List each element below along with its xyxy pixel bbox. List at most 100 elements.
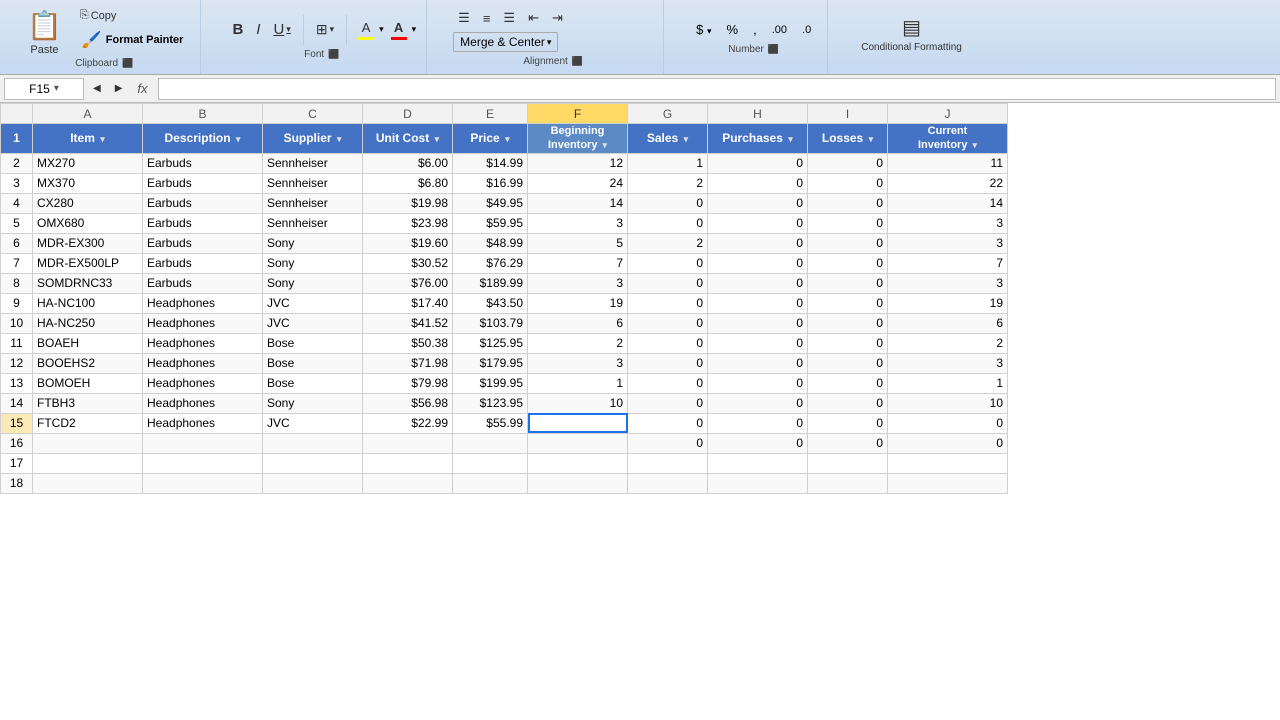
cell-7-8[interactable]: 0 xyxy=(808,253,888,273)
border-button[interactable]: ⊞ ▾ xyxy=(311,18,339,41)
cell-8-0[interactable]: SOMDRNC33 xyxy=(33,273,143,293)
cell-6-3[interactable]: $19.60 xyxy=(363,233,453,253)
cell-16-5[interactable] xyxy=(528,433,628,453)
cell-18-6[interactable] xyxy=(628,473,708,493)
cell-18-0[interactable] xyxy=(33,473,143,493)
cell-10-0[interactable]: HA-NC250 xyxy=(33,313,143,333)
bold-button[interactable]: B xyxy=(227,18,248,41)
cell-9-5[interactable]: 19 xyxy=(528,293,628,313)
cell-13-0[interactable]: BOMOEH xyxy=(33,373,143,393)
cell-17-1[interactable] xyxy=(143,453,263,473)
col-header-F[interactable]: F xyxy=(528,104,628,124)
cell-4-7[interactable]: 0 xyxy=(708,193,808,213)
cell-4-4[interactable]: $49.95 xyxy=(453,193,528,213)
cell-8-9[interactable]: 3 xyxy=(888,273,1008,293)
cell-15-4[interactable]: $55.99 xyxy=(453,413,528,433)
increase-decimal-button[interactable]: .00 xyxy=(766,21,793,39)
cell-5-3[interactable]: $23.98 xyxy=(363,213,453,233)
font-color-button[interactable]: A xyxy=(387,18,411,42)
percent-button[interactable]: % xyxy=(721,19,745,40)
cell-13-4[interactable]: $199.95 xyxy=(453,373,528,393)
cell-13-5[interactable]: 1 xyxy=(528,373,628,393)
cell-3-9[interactable]: 22 xyxy=(888,173,1008,193)
cell-15-9[interactable]: 0 xyxy=(888,413,1008,433)
cell-15-3[interactable]: $22.99 xyxy=(363,413,453,433)
cell-3-8[interactable]: 0 xyxy=(808,173,888,193)
cell-16-8[interactable]: 0 xyxy=(808,433,888,453)
col-header-E[interactable]: E xyxy=(453,104,528,124)
cell-5-5[interactable]: 3 xyxy=(528,213,628,233)
cell-8-2[interactable]: Sony xyxy=(263,273,363,293)
col-header-J[interactable]: J xyxy=(888,104,1008,124)
cell-14-1[interactable]: Headphones xyxy=(143,393,263,413)
alignment-expand-icon[interactable]: ⬛ xyxy=(572,56,583,67)
cell-16-7[interactable]: 0 xyxy=(708,433,808,453)
cell-10-5[interactable]: 6 xyxy=(528,313,628,333)
cell-3-0[interactable]: MX370 xyxy=(33,173,143,193)
cell-2-8[interactable]: 0 xyxy=(808,153,888,173)
cell-8-6[interactable]: 0 xyxy=(628,273,708,293)
cell-16-0[interactable] xyxy=(33,433,143,453)
cell-15-8[interactable]: 0 xyxy=(808,413,888,433)
cell-12-0[interactable]: BOOEHS2 xyxy=(33,353,143,373)
italic-button[interactable]: I xyxy=(251,18,265,41)
cell-2-5[interactable]: 12 xyxy=(528,153,628,173)
cell-4-8[interactable]: 0 xyxy=(808,193,888,213)
cell-2-7[interactable]: 0 xyxy=(708,153,808,173)
cell-6-8[interactable]: 0 xyxy=(808,233,888,253)
formula-bar-right-arrow[interactable]: ▶ xyxy=(110,80,128,97)
cell-14-6[interactable]: 0 xyxy=(628,393,708,413)
cell-5-6[interactable]: 0 xyxy=(628,213,708,233)
name-box[interactable]: F15 ▾ xyxy=(4,78,84,100)
col-header-C[interactable]: C xyxy=(263,104,363,124)
cell-11-2[interactable]: Bose xyxy=(263,333,363,353)
cell-3-4[interactable]: $16.99 xyxy=(453,173,528,193)
cell-8-7[interactable]: 0 xyxy=(708,273,808,293)
cell-14-9[interactable]: 10 xyxy=(888,393,1008,413)
cell-12-9[interactable]: 3 xyxy=(888,353,1008,373)
font-color-dropdown-icon[interactable]: ▾ xyxy=(412,24,417,35)
cell-7-0[interactable]: MDR-EX500LP xyxy=(33,253,143,273)
cell-7-6[interactable]: 0 xyxy=(628,253,708,273)
cell-9-0[interactable]: HA-NC100 xyxy=(33,293,143,313)
cell-11-0[interactable]: BOAEH xyxy=(33,333,143,353)
cell-4-5[interactable]: 14 xyxy=(528,193,628,213)
cell-12-8[interactable]: 0 xyxy=(808,353,888,373)
cell-9-7[interactable]: 0 xyxy=(708,293,808,313)
underline-dropdown-icon[interactable]: ▾ xyxy=(286,24,291,35)
cell-14-4[interactable]: $123.95 xyxy=(453,393,528,413)
font-expand-icon[interactable]: ⬛ xyxy=(328,49,339,60)
cell-11-3[interactable]: $50.38 xyxy=(363,333,453,353)
highlight-dropdown-icon[interactable]: ▾ xyxy=(379,24,384,35)
cell-7-3[interactable]: $30.52 xyxy=(363,253,453,273)
decrease-decimal-button[interactable]: .0 xyxy=(796,21,817,39)
cell-11-4[interactable]: $125.95 xyxy=(453,333,528,353)
cell-12-3[interactable]: $71.98 xyxy=(363,353,453,373)
cell-9-4[interactable]: $43.50 xyxy=(453,293,528,313)
cell-12-2[interactable]: Bose xyxy=(263,353,363,373)
cell-13-2[interactable]: Bose xyxy=(263,373,363,393)
cell-18-5[interactable] xyxy=(528,473,628,493)
cell-8-1[interactable]: Earbuds xyxy=(143,273,263,293)
cell-7-2[interactable]: Sony xyxy=(263,253,363,273)
cell-18-2[interactable] xyxy=(263,473,363,493)
cell-8-8[interactable]: 0 xyxy=(808,273,888,293)
comma-button[interactable]: , xyxy=(747,19,763,40)
cell-8-3[interactable]: $76.00 xyxy=(363,273,453,293)
cell-17-7[interactable] xyxy=(708,453,808,473)
cell-3-6[interactable]: 2 xyxy=(628,173,708,193)
cell-2-6[interactable]: 1 xyxy=(628,153,708,173)
cell-16-3[interactable] xyxy=(363,433,453,453)
cell-10-4[interactable]: $103.79 xyxy=(453,313,528,333)
cell-12-1[interactable]: Headphones xyxy=(143,353,263,373)
cell-4-6[interactable]: 0 xyxy=(628,193,708,213)
cell-15-1[interactable]: Headphones xyxy=(143,413,263,433)
cell-7-5[interactable]: 7 xyxy=(528,253,628,273)
cell-16-1[interactable] xyxy=(143,433,263,453)
cell-17-3[interactable] xyxy=(363,453,453,473)
cell-7-4[interactable]: $76.29 xyxy=(453,253,528,273)
formula-input[interactable] xyxy=(158,78,1276,100)
name-box-arrow-icon[interactable]: ▾ xyxy=(54,83,59,94)
cell-11-9[interactable]: 2 xyxy=(888,333,1008,353)
cell-14-0[interactable]: FTBH3 xyxy=(33,393,143,413)
